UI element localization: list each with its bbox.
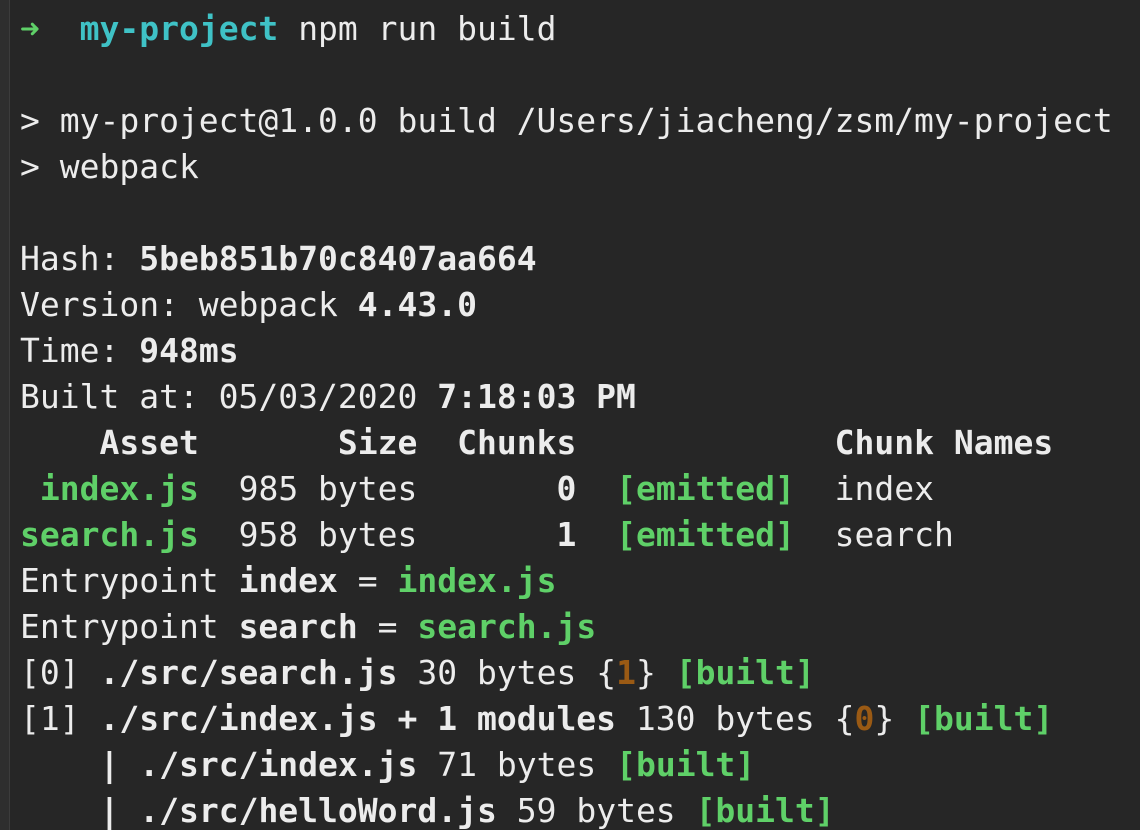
submodule-path: ./src/helloWord.js	[139, 791, 497, 830]
module-status: [built]	[914, 699, 1054, 738]
entrypoint-label: Entrypoint	[20, 561, 219, 600]
hash-line: Hash: 5beb851b70c8407aa664	[20, 236, 537, 282]
time-label: Time:	[20, 331, 120, 370]
version-value: 4.43.0	[357, 285, 477, 324]
asset-chunk-name: index	[834, 469, 934, 508]
prompt-command: npm run build	[298, 9, 557, 48]
entrypoint-file: index.js	[397, 561, 557, 600]
hash-label: Hash:	[20, 239, 120, 278]
asset-chunks: 0	[556, 469, 577, 508]
script-line-build: > my-project@1.0.0 build /Users/jiacheng…	[20, 101, 1113, 140]
module-chunk-close: }	[874, 699, 895, 738]
submodule-status: [built]	[695, 791, 835, 830]
module-status: [built]	[675, 653, 815, 692]
version-label: Version: webpack	[20, 285, 338, 324]
asset-status: [emitted]	[616, 469, 795, 508]
module-line: [1] ./src/index.js + 1 modules 130 bytes…	[20, 696, 1053, 742]
submodule-size: 71 bytes	[437, 745, 597, 784]
module-line: [0] ./src/search.js 30 bytes {1} [built]	[20, 650, 815, 696]
submodule-path: ./src/index.js	[139, 745, 418, 784]
version-line: Version: webpack 4.43.0	[20, 282, 477, 328]
submodule-line: | ./src/helloWord.js 59 bytes [built]	[20, 788, 835, 830]
script-line-webpack: > webpack	[20, 147, 199, 186]
module-size: 130 bytes	[635, 699, 815, 738]
module-size: 30 bytes	[417, 653, 577, 692]
entrypoint-line: Entrypoint index = index.js	[20, 558, 556, 604]
asset-row: index.js 985 bytes 0 [emitted] index	[20, 466, 934, 512]
entrypoint-label: Entrypoint	[20, 607, 219, 646]
entrypoint-eq: =	[377, 607, 398, 646]
asset-table-header: Asset Size Chunks Chunk Names	[20, 420, 1053, 466]
entrypoint-name: index	[238, 561, 338, 600]
submodule-pipe: |	[99, 745, 120, 784]
entrypoint-file: search.js	[417, 607, 597, 646]
built-at-value: 7:18:03 PM	[437, 377, 636, 416]
entrypoint-line: Entrypoint search = search.js	[20, 604, 596, 650]
built-at-line: Built at: 05/03/2020 7:18:03 PM	[20, 374, 636, 420]
submodule-pipe: |	[99, 791, 120, 830]
scroll-gutter	[0, 0, 10, 830]
submodule-line: | ./src/index.js 71 bytes [built]	[20, 742, 755, 788]
entrypoint-name: search	[238, 607, 358, 646]
asset-name: search.js	[20, 515, 199, 554]
prompt-arrow-icon: ➜	[20, 9, 40, 48]
asset-name: index.js	[39, 469, 199, 508]
module-chunk-id: 0	[854, 699, 875, 738]
entrypoint-eq: =	[357, 561, 378, 600]
module-path: ./src/index.js + 1 modules	[99, 699, 617, 738]
module-chunk-close: }	[635, 653, 656, 692]
submodule-status: [built]	[616, 745, 756, 784]
asset-status: [emitted]	[616, 515, 795, 554]
header-chunks: Chunks	[457, 423, 577, 462]
terminal-window[interactable]: ➜ my-project npm run build > my-project@…	[0, 0, 1140, 830]
header-size: Size	[337, 423, 418, 462]
prompt-line: ➜ my-project npm run build	[20, 6, 556, 52]
prompt-directory: my-project	[79, 9, 279, 48]
module-id: [1]	[20, 699, 80, 738]
module-chunk-open: {	[834, 699, 855, 738]
built-at-label: Built at: 05/03/2020	[20, 377, 418, 416]
module-chunk-open: {	[596, 653, 617, 692]
asset-size: 985 bytes	[238, 469, 418, 508]
module-chunk-id: 1	[616, 653, 636, 692]
asset-chunks: 1	[556, 515, 577, 554]
asset-row: search.js 958 bytes 1 [emitted] search	[20, 512, 954, 558]
time-value: 948ms	[139, 331, 239, 370]
time-line: Time: 948ms	[20, 328, 239, 374]
asset-size: 958 bytes	[238, 515, 418, 554]
header-chunk-names: Chunk Names	[834, 423, 1054, 462]
header-asset: Asset	[99, 423, 199, 462]
module-id: [0]	[20, 653, 80, 692]
module-path: ./src/search.js	[99, 653, 398, 692]
submodule-size: 59 bytes	[516, 791, 676, 830]
asset-chunk-name: search	[834, 515, 954, 554]
hash-value: 5beb851b70c8407aa664	[139, 239, 537, 278]
